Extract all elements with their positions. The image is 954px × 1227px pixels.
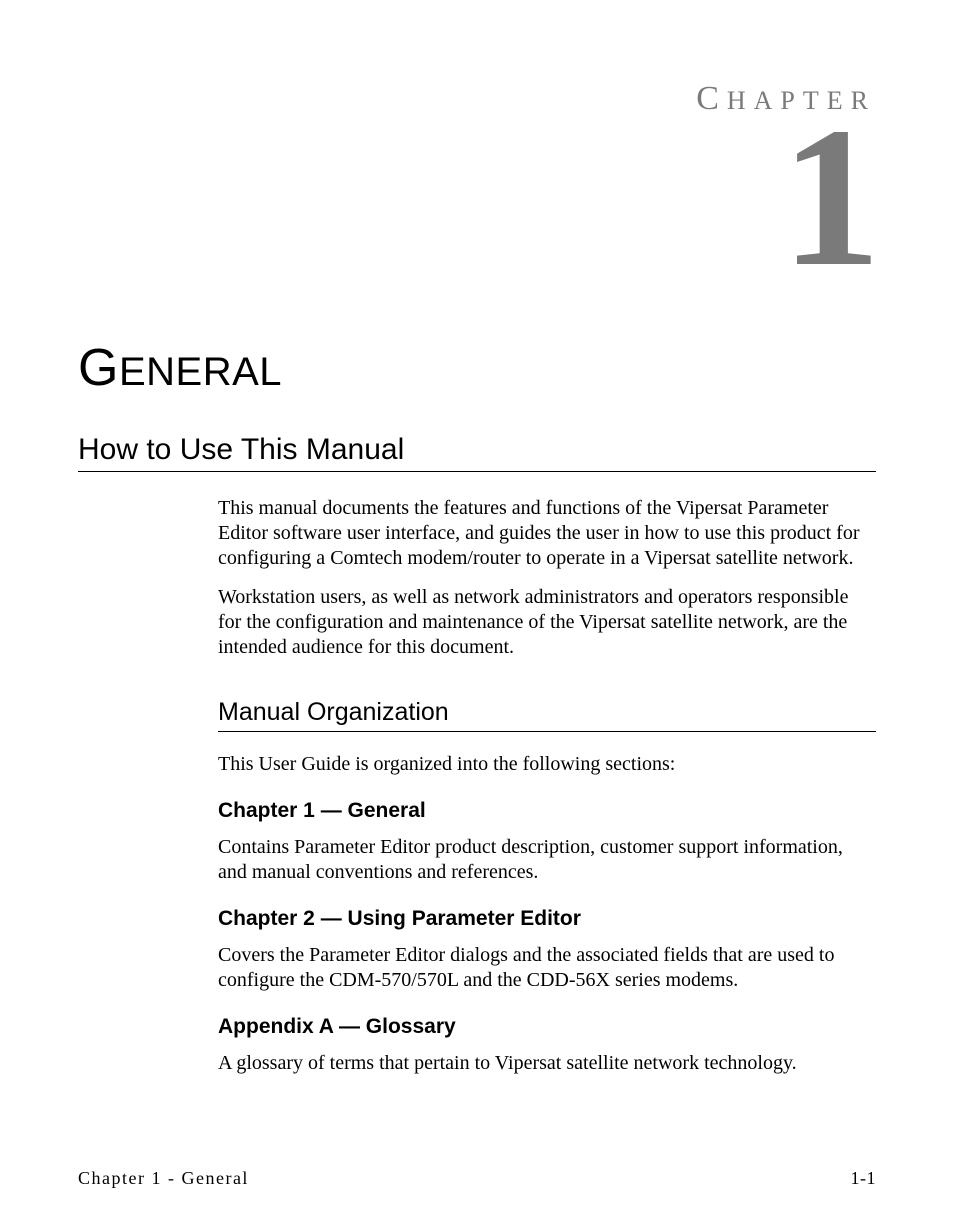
chapter-title: GENERAL [78,338,876,398]
intro-paragraph-2: Workstation users, as well as network ad… [218,585,876,660]
chapter2-body: Covers the Parameter Editor dialogs and … [218,943,876,993]
intro-paragraph-1: This manual documents the features and f… [218,496,876,571]
chapter-label-first-letter: C [696,80,727,117]
chapter1-heading: Chapter 1 — General [218,799,876,823]
footer-right: 1-1 [851,1168,877,1189]
chapter-number: 1 [78,108,881,288]
page-footer: Chapter 1 - General 1-1 [78,1168,876,1189]
chapter2-heading: Chapter 2 — Using Parameter Editor [218,907,876,931]
subsection-intro: This User Guide is organized into the fo… [218,752,876,777]
chapter-title-rest: ENERAL [119,350,282,394]
section-title: How to Use This Manual [78,433,876,472]
footer-left: Chapter 1 - General [78,1168,249,1189]
appendixA-heading: Appendix A — Glossary [218,1015,876,1039]
chapter1-body: Contains Parameter Editor product descri… [218,835,876,885]
chapter-title-first-cap: G [78,339,119,397]
subsection-title: Manual Organization [218,698,876,732]
appendixA-body: A glossary of terms that pertain to Vipe… [218,1051,876,1076]
